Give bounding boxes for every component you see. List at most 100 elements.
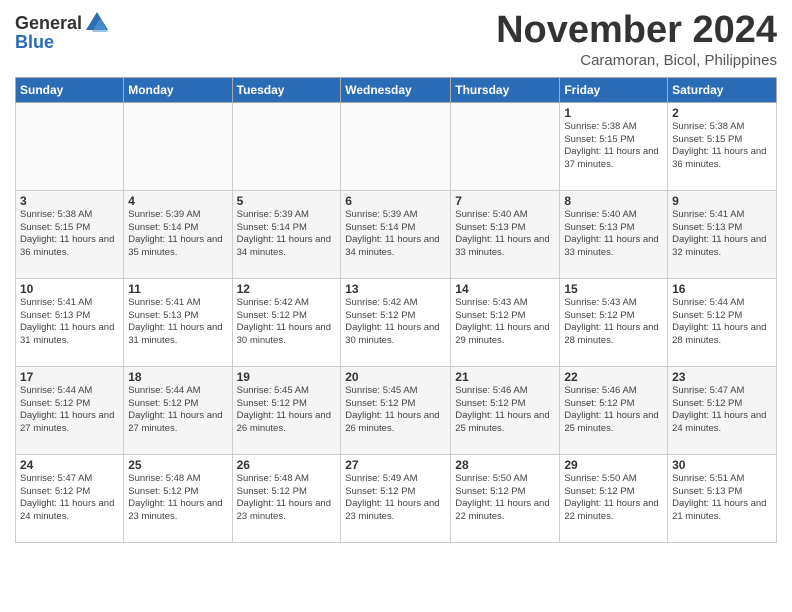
day-number: 28: [455, 458, 555, 472]
day-info: Sunrise: 5:42 AM Sunset: 5:12 PM Dayligh…: [237, 297, 337, 348]
day-number: 4: [128, 194, 227, 208]
day-number: 9: [672, 194, 772, 208]
day-info: Sunrise: 5:45 AM Sunset: 5:12 PM Dayligh…: [237, 385, 337, 436]
col-tuesday: Tuesday: [232, 77, 341, 102]
calendar-cell: [124, 102, 232, 190]
calendar-cell: 10Sunrise: 5:41 AM Sunset: 5:13 PM Dayli…: [16, 278, 124, 366]
day-number: 14: [455, 282, 555, 296]
col-sunday: Sunday: [16, 77, 124, 102]
col-monday: Monday: [124, 77, 232, 102]
calendar-cell: 29Sunrise: 5:50 AM Sunset: 5:12 PM Dayli…: [560, 454, 668, 542]
day-number: 24: [20, 458, 119, 472]
calendar-header-row: Sunday Monday Tuesday Wednesday Thursday…: [16, 77, 777, 102]
calendar-cell: [232, 102, 341, 190]
calendar-cell: 24Sunrise: 5:47 AM Sunset: 5:12 PM Dayli…: [16, 454, 124, 542]
day-number: 12: [237, 282, 337, 296]
calendar-week-4: 17Sunrise: 5:44 AM Sunset: 5:12 PM Dayli…: [16, 366, 777, 454]
day-number: 29: [564, 458, 663, 472]
month-title: November 2024: [496, 10, 777, 52]
page-container: General Blue November 2024 Caramoran, Bi…: [0, 0, 792, 553]
day-number: 20: [345, 370, 446, 384]
calendar-cell: 18Sunrise: 5:44 AM Sunset: 5:12 PM Dayli…: [124, 366, 232, 454]
calendar-cell: 17Sunrise: 5:44 AM Sunset: 5:12 PM Dayli…: [16, 366, 124, 454]
day-number: 23: [672, 370, 772, 384]
day-info: Sunrise: 5:43 AM Sunset: 5:12 PM Dayligh…: [564, 297, 663, 348]
calendar-cell: 23Sunrise: 5:47 AM Sunset: 5:12 PM Dayli…: [668, 366, 777, 454]
calendar-cell: 8Sunrise: 5:40 AM Sunset: 5:13 PM Daylig…: [560, 190, 668, 278]
location-subtitle: Caramoran, Bicol, Philippines: [496, 52, 777, 69]
day-number: 17: [20, 370, 119, 384]
day-number: 8: [564, 194, 663, 208]
day-number: 11: [128, 282, 227, 296]
logo-icon: [84, 10, 110, 36]
day-info: Sunrise: 5:50 AM Sunset: 5:12 PM Dayligh…: [564, 473, 663, 524]
day-info: Sunrise: 5:43 AM Sunset: 5:12 PM Dayligh…: [455, 297, 555, 348]
day-number: 26: [237, 458, 337, 472]
calendar-cell: 25Sunrise: 5:48 AM Sunset: 5:12 PM Dayli…: [124, 454, 232, 542]
day-number: 5: [237, 194, 337, 208]
calendar-cell: 16Sunrise: 5:44 AM Sunset: 5:12 PM Dayli…: [668, 278, 777, 366]
calendar-cell: 20Sunrise: 5:45 AM Sunset: 5:12 PM Dayli…: [341, 366, 451, 454]
calendar-cell: 15Sunrise: 5:43 AM Sunset: 5:12 PM Dayli…: [560, 278, 668, 366]
calendar-cell: 1Sunrise: 5:38 AM Sunset: 5:15 PM Daylig…: [560, 102, 668, 190]
calendar-cell: 19Sunrise: 5:45 AM Sunset: 5:12 PM Dayli…: [232, 366, 341, 454]
col-friday: Friday: [560, 77, 668, 102]
calendar-cell: 5Sunrise: 5:39 AM Sunset: 5:14 PM Daylig…: [232, 190, 341, 278]
calendar-table: Sunday Monday Tuesday Wednesday Thursday…: [15, 77, 777, 543]
calendar-cell: 9Sunrise: 5:41 AM Sunset: 5:13 PM Daylig…: [668, 190, 777, 278]
calendar-cell: 13Sunrise: 5:42 AM Sunset: 5:12 PM Dayli…: [341, 278, 451, 366]
day-info: Sunrise: 5:40 AM Sunset: 5:13 PM Dayligh…: [564, 209, 663, 260]
day-info: Sunrise: 5:46 AM Sunset: 5:12 PM Dayligh…: [455, 385, 555, 436]
col-wednesday: Wednesday: [341, 77, 451, 102]
calendar-cell: 3Sunrise: 5:38 AM Sunset: 5:15 PM Daylig…: [16, 190, 124, 278]
day-info: Sunrise: 5:41 AM Sunset: 5:13 PM Dayligh…: [672, 209, 772, 260]
day-number: 1: [564, 106, 663, 120]
calendar-cell: 26Sunrise: 5:48 AM Sunset: 5:12 PM Dayli…: [232, 454, 341, 542]
day-info: Sunrise: 5:39 AM Sunset: 5:14 PM Dayligh…: [128, 209, 227, 260]
logo-general-text: General: [15, 13, 82, 34]
day-info: Sunrise: 5:44 AM Sunset: 5:12 PM Dayligh…: [20, 385, 119, 436]
day-number: 15: [564, 282, 663, 296]
calendar-cell: 2Sunrise: 5:38 AM Sunset: 5:15 PM Daylig…: [668, 102, 777, 190]
day-info: Sunrise: 5:42 AM Sunset: 5:12 PM Dayligh…: [345, 297, 446, 348]
day-number: 21: [455, 370, 555, 384]
calendar-cell: 4Sunrise: 5:39 AM Sunset: 5:14 PM Daylig…: [124, 190, 232, 278]
day-number: 25: [128, 458, 227, 472]
day-info: Sunrise: 5:41 AM Sunset: 5:13 PM Dayligh…: [20, 297, 119, 348]
day-info: Sunrise: 5:39 AM Sunset: 5:14 PM Dayligh…: [237, 209, 337, 260]
day-number: 19: [237, 370, 337, 384]
day-info: Sunrise: 5:50 AM Sunset: 5:12 PM Dayligh…: [455, 473, 555, 524]
day-info: Sunrise: 5:39 AM Sunset: 5:14 PM Dayligh…: [345, 209, 446, 260]
calendar-cell: [451, 102, 560, 190]
day-info: Sunrise: 5:38 AM Sunset: 5:15 PM Dayligh…: [20, 209, 119, 260]
header: General Blue November 2024 Caramoran, Bi…: [15, 10, 777, 69]
day-number: 10: [20, 282, 119, 296]
day-info: Sunrise: 5:48 AM Sunset: 5:12 PM Dayligh…: [237, 473, 337, 524]
day-number: 27: [345, 458, 446, 472]
day-info: Sunrise: 5:49 AM Sunset: 5:12 PM Dayligh…: [345, 473, 446, 524]
calendar-cell: 14Sunrise: 5:43 AM Sunset: 5:12 PM Dayli…: [451, 278, 560, 366]
day-number: 7: [455, 194, 555, 208]
day-info: Sunrise: 5:47 AM Sunset: 5:12 PM Dayligh…: [672, 385, 772, 436]
day-info: Sunrise: 5:38 AM Sunset: 5:15 PM Dayligh…: [672, 121, 772, 172]
day-number: 2: [672, 106, 772, 120]
day-number: 18: [128, 370, 227, 384]
day-info: Sunrise: 5:51 AM Sunset: 5:13 PM Dayligh…: [672, 473, 772, 524]
calendar-cell: 21Sunrise: 5:46 AM Sunset: 5:12 PM Dayli…: [451, 366, 560, 454]
calendar-cell: 22Sunrise: 5:46 AM Sunset: 5:12 PM Dayli…: [560, 366, 668, 454]
day-info: Sunrise: 5:44 AM Sunset: 5:12 PM Dayligh…: [128, 385, 227, 436]
day-number: 6: [345, 194, 446, 208]
col-thursday: Thursday: [451, 77, 560, 102]
day-number: 30: [672, 458, 772, 472]
day-info: Sunrise: 5:40 AM Sunset: 5:13 PM Dayligh…: [455, 209, 555, 260]
calendar-cell: 7Sunrise: 5:40 AM Sunset: 5:13 PM Daylig…: [451, 190, 560, 278]
day-info: Sunrise: 5:41 AM Sunset: 5:13 PM Dayligh…: [128, 297, 227, 348]
calendar-cell: [16, 102, 124, 190]
day-info: Sunrise: 5:44 AM Sunset: 5:12 PM Dayligh…: [672, 297, 772, 348]
day-number: 22: [564, 370, 663, 384]
logo: General Blue: [15, 10, 112, 53]
title-block: November 2024 Caramoran, Bicol, Philippi…: [496, 10, 777, 69]
calendar-cell: 30Sunrise: 5:51 AM Sunset: 5:13 PM Dayli…: [668, 454, 777, 542]
day-info: Sunrise: 5:48 AM Sunset: 5:12 PM Dayligh…: [128, 473, 227, 524]
day-number: 3: [20, 194, 119, 208]
